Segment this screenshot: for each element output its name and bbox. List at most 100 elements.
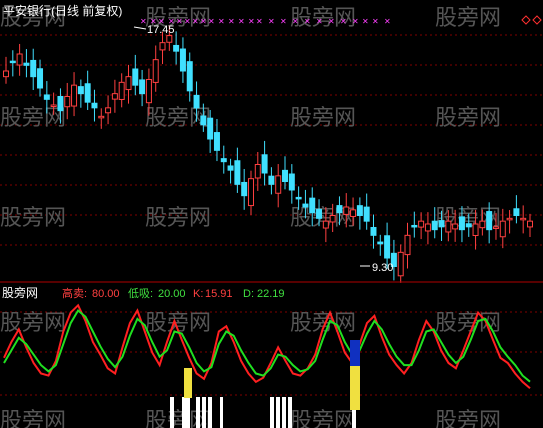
candle-body[interactable] <box>322 220 329 229</box>
candle-body[interactable] <box>492 226 499 229</box>
signal-marker: ✕ <box>140 17 147 26</box>
candle-body[interactable] <box>268 175 275 185</box>
candle-body[interactable] <box>220 158 227 163</box>
candle-body[interactable] <box>125 76 132 91</box>
candle-body[interactable] <box>173 44 180 52</box>
candle-body[interactable] <box>363 206 370 222</box>
candle-body[interactable] <box>438 220 445 228</box>
candle-body[interactable] <box>111 93 118 100</box>
candle-body[interactable] <box>486 211 493 231</box>
candle-body[interactable] <box>377 241 384 245</box>
candle-body[interactable] <box>57 95 64 112</box>
candle-body[interactable] <box>472 223 479 236</box>
diamond-icon[interactable] <box>532 15 542 25</box>
candle-body[interactable] <box>275 175 282 194</box>
candle-body[interactable] <box>152 59 159 83</box>
candle-body[interactable] <box>193 94 200 109</box>
candle-body[interactable] <box>166 35 173 43</box>
candle-body[interactable] <box>179 48 186 72</box>
candle-body[interactable] <box>84 83 91 103</box>
candle-body[interactable] <box>356 205 363 216</box>
candle-body[interactable] <box>9 60 16 64</box>
candle-body[interactable] <box>316 208 323 219</box>
candle-body[interactable] <box>418 220 425 228</box>
candle-body[interactable] <box>98 115 105 119</box>
watermark-text: 股旁网 <box>145 205 211 230</box>
candle-body[interactable] <box>513 208 520 217</box>
signal-bar <box>276 397 280 428</box>
candle-body[interactable] <box>370 227 377 236</box>
candle-body[interactable] <box>431 220 438 231</box>
candle-body[interactable] <box>336 205 343 214</box>
candle-body[interactable] <box>50 104 57 107</box>
candle-body[interactable] <box>105 107 112 114</box>
candle-body[interactable] <box>384 235 391 259</box>
candle-body[interactable] <box>424 223 431 232</box>
candle-body[interactable] <box>404 234 411 256</box>
candle-body[interactable] <box>295 196 302 200</box>
candle-body[interactable] <box>213 132 220 151</box>
signal-bar <box>270 397 274 428</box>
candle-body[interactable] <box>302 203 309 208</box>
signal-bar-yellow <box>184 368 192 398</box>
candle-body[interactable] <box>91 102 98 109</box>
candle-body[interactable] <box>234 160 241 185</box>
candle-body[interactable] <box>343 206 350 215</box>
candle-body[interactable] <box>506 217 513 221</box>
candle-body[interactable] <box>64 96 71 108</box>
signal-marker: ✕ <box>238 17 245 26</box>
candle-body[interactable] <box>23 62 30 66</box>
candle-body[interactable] <box>445 220 452 233</box>
candle-body[interactable] <box>350 209 357 217</box>
param-value-k: 15.91 <box>205 288 233 300</box>
candle-body[interactable] <box>452 223 459 230</box>
candle-body[interactable] <box>261 154 268 174</box>
signal-bar <box>196 397 200 428</box>
candle-body[interactable] <box>227 165 234 171</box>
candle-body[interactable] <box>282 169 289 182</box>
candle-body[interactable] <box>397 251 404 277</box>
candle-body[interactable] <box>254 164 261 179</box>
watermark-text: 股旁网 <box>435 408 501 428</box>
candle-body[interactable] <box>71 84 78 107</box>
candle-body[interactable] <box>520 217 527 221</box>
signal-bar <box>182 397 186 428</box>
candle-body[interactable] <box>186 61 193 92</box>
candle-body[interactable] <box>132 68 139 86</box>
candle-body[interactable] <box>411 224 418 228</box>
candle-body[interactable] <box>288 173 295 191</box>
candle-body[interactable] <box>329 215 336 223</box>
signal-marker: ✕ <box>218 17 225 26</box>
diamond-icon[interactable] <box>521 15 531 25</box>
candle-body[interactable] <box>200 115 207 126</box>
candle-body[interactable] <box>458 216 465 231</box>
candle-body[interactable] <box>3 70 9 78</box>
signal-bar-blue <box>350 340 360 366</box>
candle-body[interactable] <box>16 53 23 66</box>
candle-body[interactable] <box>139 79 146 95</box>
candle-body[interactable] <box>145 79 152 104</box>
candle-body[interactable] <box>309 197 316 214</box>
candle-body[interactable] <box>118 81 125 100</box>
param-label-sell: 高卖: <box>62 286 87 300</box>
signal-marker: ✕ <box>192 17 199 26</box>
candle-body[interactable] <box>207 117 214 140</box>
candle-body[interactable] <box>159 42 166 51</box>
candle-body[interactable] <box>37 68 44 89</box>
watermark-text: 股旁网 <box>0 408 66 428</box>
stock-chart[interactable]: 股旁网 股旁网 股旁网 股旁网股旁网 股旁网 股旁网 股旁网股旁网 股旁网 股旁网 股旁网股旁网股… <box>0 0 543 428</box>
candle-body[interactable] <box>465 223 472 228</box>
candle-body[interactable] <box>43 94 50 100</box>
candle-body[interactable] <box>77 86 84 95</box>
candle-body[interactable] <box>479 220 486 229</box>
candle-body[interactable] <box>247 178 254 207</box>
candle-body[interactable] <box>527 220 533 228</box>
low-label: 9.30 <box>372 262 393 274</box>
candle-body[interactable] <box>499 220 506 238</box>
candle-body[interactable] <box>241 181 248 197</box>
candle-body[interactable] <box>30 59 37 78</box>
signal-marker: ✕ <box>184 17 191 26</box>
param-label-k: K: <box>193 288 203 300</box>
candlestick-series[interactable] <box>3 25 533 283</box>
signal-bar <box>288 397 292 428</box>
